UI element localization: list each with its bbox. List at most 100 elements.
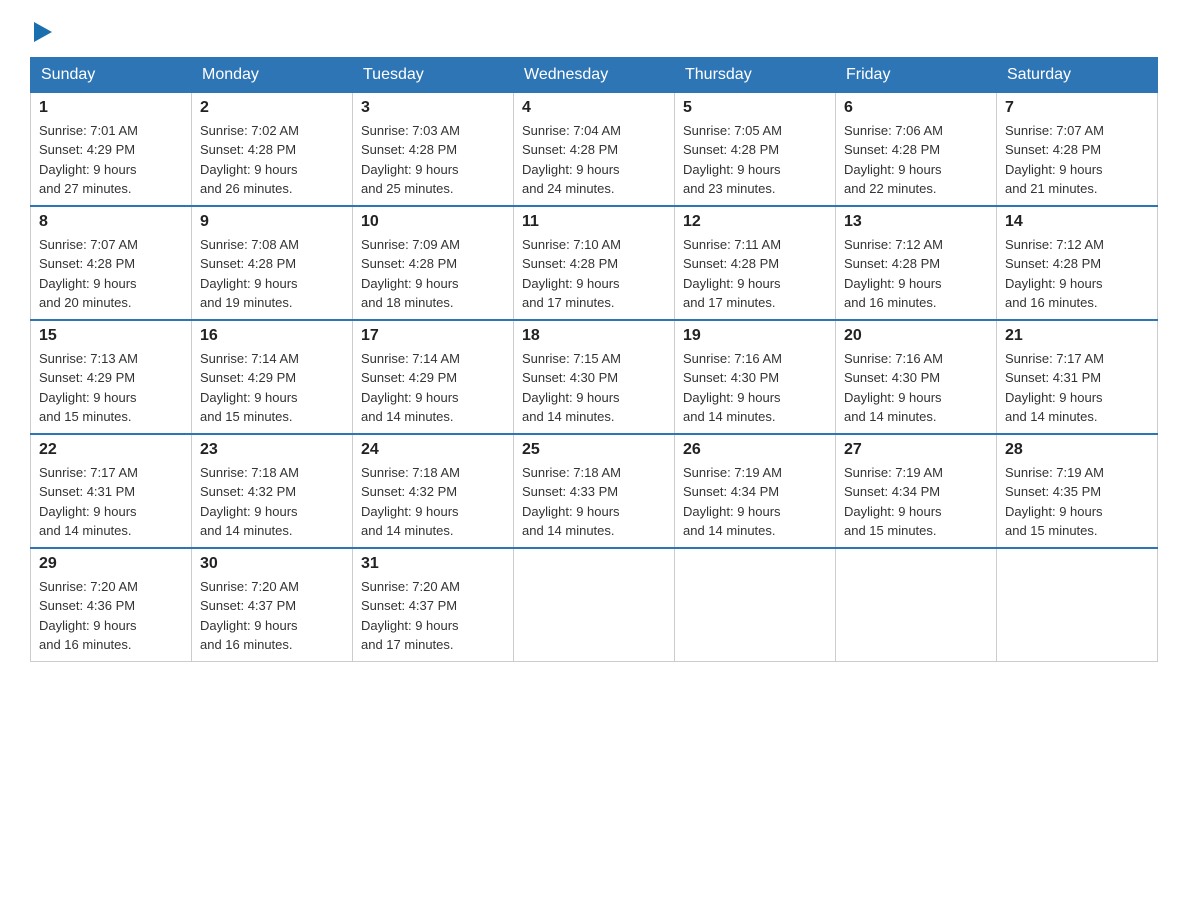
day-number: 26 xyxy=(683,441,827,459)
day-number: 1 xyxy=(39,99,183,117)
day-number: 28 xyxy=(1005,441,1149,459)
day-number: 27 xyxy=(844,441,988,459)
day-number: 31 xyxy=(361,555,505,573)
calendar-cell: 6 Sunrise: 7:06 AMSunset: 4:28 PMDaylight… xyxy=(836,92,997,206)
day-number: 11 xyxy=(522,213,666,231)
calendar-cell: 18Sunrise: 7:15 AMSunset: 4:30 PMDayligh… xyxy=(514,320,675,434)
calendar-cell: 10 Sunrise: 7:09 AMSunset: 4:28 PMDayligh… xyxy=(353,206,514,320)
day-info: Sunrise: 7:08 AMSunset: 4:28 PMDaylight:… xyxy=(200,235,344,313)
page-header xyxy=(30,20,1158,47)
column-header-sunday: Sunday xyxy=(31,57,192,92)
day-info: Sunrise: 7:19 AMSunset: 4:34 PMDaylight:… xyxy=(683,463,827,541)
day-number: 14 xyxy=(1005,213,1149,231)
calendar-cell: 12Sunrise: 7:11 AMSunset: 4:28 PMDayligh… xyxy=(675,206,836,320)
column-header-saturday: Saturday xyxy=(997,57,1158,92)
day-info: Sunrise: 7:20 AMSunset: 4:37 PMDaylight:… xyxy=(361,577,505,655)
day-number: 10 xyxy=(361,213,505,231)
day-info: Sunrise: 7:12 AMSunset: 4:28 PMDaylight:… xyxy=(844,235,988,313)
calendar-week-row: 15Sunrise: 7:13 AMSunset: 4:29 PMDayligh… xyxy=(31,320,1158,434)
day-info: Sunrise: 7:18 AMSunset: 4:32 PMDaylight:… xyxy=(361,463,505,541)
calendar-cell: 9 Sunrise: 7:08 AMSunset: 4:28 PMDaylight… xyxy=(192,206,353,320)
calendar-cell: 13 Sunrise: 7:12 AMSunset: 4:28 PMDayligh… xyxy=(836,206,997,320)
calendar-week-row: 29Sunrise: 7:20 AMSunset: 4:36 PMDayligh… xyxy=(31,548,1158,662)
calendar-cell xyxy=(514,548,675,662)
day-number: 24 xyxy=(361,441,505,459)
day-info: Sunrise: 7:18 AMSunset: 4:33 PMDaylight:… xyxy=(522,463,666,541)
calendar-cell: 25 Sunrise: 7:18 AMSunset: 4:33 PMDayligh… xyxy=(514,434,675,548)
calendar-cell: 11Sunrise: 7:10 AMSunset: 4:28 PMDayligh… xyxy=(514,206,675,320)
calendar-header-row: SundayMondayTuesdayWednesdayThursdayFrid… xyxy=(31,57,1158,92)
calendar-cell: 17 Sunrise: 7:14 AMSunset: 4:29 PMDayligh… xyxy=(353,320,514,434)
calendar-cell: 2Sunrise: 7:02 AMSunset: 4:28 PMDaylight… xyxy=(192,92,353,206)
calendar-cell: 26 Sunrise: 7:19 AMSunset: 4:34 PMDayligh… xyxy=(675,434,836,548)
column-header-wednesday: Wednesday xyxy=(514,57,675,92)
day-number: 13 xyxy=(844,213,988,231)
day-number: 16 xyxy=(200,327,344,345)
day-number: 8 xyxy=(39,213,183,231)
day-number: 19 xyxy=(683,327,827,345)
day-number: 25 xyxy=(522,441,666,459)
day-info: Sunrise: 7:19 AMSunset: 4:35 PMDaylight:… xyxy=(1005,463,1149,541)
calendar-cell: 27 Sunrise: 7:19 AMSunset: 4:34 PMDayligh… xyxy=(836,434,997,548)
calendar-cell: 29Sunrise: 7:20 AMSunset: 4:36 PMDayligh… xyxy=(31,548,192,662)
calendar-week-row: 22 Sunrise: 7:17 AMSunset: 4:31 PMDayligh… xyxy=(31,434,1158,548)
day-info: Sunrise: 7:20 AMSunset: 4:37 PMDaylight:… xyxy=(200,577,344,655)
calendar-cell: 8Sunrise: 7:07 AMSunset: 4:28 PMDaylight… xyxy=(31,206,192,320)
day-number: 17 xyxy=(361,327,505,345)
day-info: Sunrise: 7:01 AMSunset: 4:29 PMDaylight:… xyxy=(39,121,183,199)
day-info: Sunrise: 7:12 AMSunset: 4:28 PMDaylight:… xyxy=(1005,235,1149,313)
calendar-cell: 14 Sunrise: 7:12 AMSunset: 4:28 PMDayligh… xyxy=(997,206,1158,320)
day-info: Sunrise: 7:14 AMSunset: 4:29 PMDaylight:… xyxy=(200,349,344,427)
logo xyxy=(30,20,52,47)
calendar-cell: 23 Sunrise: 7:18 AMSunset: 4:32 PMDayligh… xyxy=(192,434,353,548)
column-header-tuesday: Tuesday xyxy=(353,57,514,92)
day-number: 12 xyxy=(683,213,827,231)
day-number: 9 xyxy=(200,213,344,231)
day-info: Sunrise: 7:05 AMSunset: 4:28 PMDaylight:… xyxy=(683,121,827,199)
day-number: 18 xyxy=(522,327,666,345)
day-info: Sunrise: 7:18 AMSunset: 4:32 PMDaylight:… xyxy=(200,463,344,541)
day-number: 7 xyxy=(1005,99,1149,117)
column-header-monday: Monday xyxy=(192,57,353,92)
calendar-cell: 21Sunrise: 7:17 AMSunset: 4:31 PMDayligh… xyxy=(997,320,1158,434)
column-header-friday: Friday xyxy=(836,57,997,92)
day-number: 23 xyxy=(200,441,344,459)
calendar-cell: 16 Sunrise: 7:14 AMSunset: 4:29 PMDayligh… xyxy=(192,320,353,434)
calendar-week-row: 1 Sunrise: 7:01 AMSunset: 4:29 PMDaylight… xyxy=(31,92,1158,206)
day-info: Sunrise: 7:20 AMSunset: 4:36 PMDaylight:… xyxy=(39,577,183,655)
day-info: Sunrise: 7:07 AMSunset: 4:28 PMDaylight:… xyxy=(1005,121,1149,199)
calendar-cell: 4Sunrise: 7:04 AMSunset: 4:28 PMDaylight… xyxy=(514,92,675,206)
logo-arrow-icon xyxy=(34,22,52,42)
calendar-cell: 30 Sunrise: 7:20 AMSunset: 4:37 PMDayligh… xyxy=(192,548,353,662)
calendar-cell xyxy=(675,548,836,662)
calendar-cell xyxy=(836,548,997,662)
day-number: 6 xyxy=(844,99,988,117)
calendar-cell: 5 Sunrise: 7:05 AMSunset: 4:28 PMDaylight… xyxy=(675,92,836,206)
day-info: Sunrise: 7:04 AMSunset: 4:28 PMDaylight:… xyxy=(522,121,666,199)
day-number: 22 xyxy=(39,441,183,459)
calendar-cell: 1 Sunrise: 7:01 AMSunset: 4:29 PMDaylight… xyxy=(31,92,192,206)
calendar-cell: 15Sunrise: 7:13 AMSunset: 4:29 PMDayligh… xyxy=(31,320,192,434)
day-info: Sunrise: 7:02 AMSunset: 4:28 PMDaylight:… xyxy=(200,121,344,199)
day-info: Sunrise: 7:16 AMSunset: 4:30 PMDaylight:… xyxy=(844,349,988,427)
day-info: Sunrise: 7:09 AMSunset: 4:28 PMDaylight:… xyxy=(361,235,505,313)
day-info: Sunrise: 7:06 AMSunset: 4:28 PMDaylight:… xyxy=(844,121,988,199)
day-info: Sunrise: 7:16 AMSunset: 4:30 PMDaylight:… xyxy=(683,349,827,427)
day-info: Sunrise: 7:03 AMSunset: 4:28 PMDaylight:… xyxy=(361,121,505,199)
day-info: Sunrise: 7:13 AMSunset: 4:29 PMDaylight:… xyxy=(39,349,183,427)
day-info: Sunrise: 7:17 AMSunset: 4:31 PMDaylight:… xyxy=(39,463,183,541)
day-info: Sunrise: 7:14 AMSunset: 4:29 PMDaylight:… xyxy=(361,349,505,427)
calendar-cell: 7 Sunrise: 7:07 AMSunset: 4:28 PMDaylight… xyxy=(997,92,1158,206)
calendar-cell xyxy=(997,548,1158,662)
day-number: 5 xyxy=(683,99,827,117)
calendar-cell: 20Sunrise: 7:16 AMSunset: 4:30 PMDayligh… xyxy=(836,320,997,434)
calendar-week-row: 8Sunrise: 7:07 AMSunset: 4:28 PMDaylight… xyxy=(31,206,1158,320)
day-number: 21 xyxy=(1005,327,1149,345)
calendar-cell: 31 Sunrise: 7:20 AMSunset: 4:37 PMDayligh… xyxy=(353,548,514,662)
calendar-cell: 22 Sunrise: 7:17 AMSunset: 4:31 PMDayligh… xyxy=(31,434,192,548)
day-number: 3 xyxy=(361,99,505,117)
day-number: 30 xyxy=(200,555,344,573)
day-info: Sunrise: 7:19 AMSunset: 4:34 PMDaylight:… xyxy=(844,463,988,541)
calendar-table: SundayMondayTuesdayWednesdayThursdayFrid… xyxy=(30,57,1158,662)
calendar-cell: 28 Sunrise: 7:19 AMSunset: 4:35 PMDayligh… xyxy=(997,434,1158,548)
